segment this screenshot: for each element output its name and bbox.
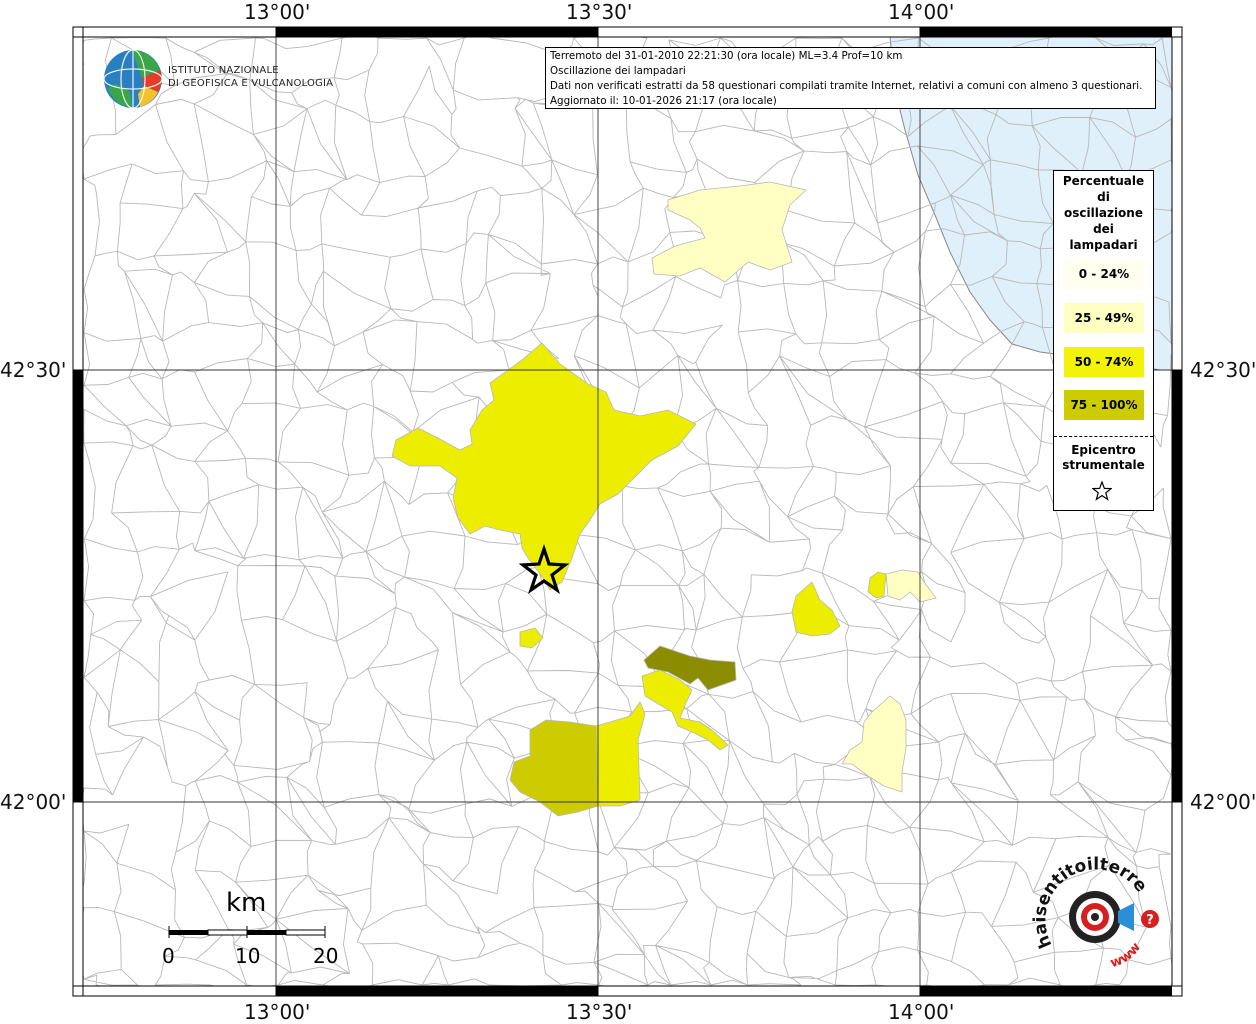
legend-title-line-3: oscillazione <box>1064 206 1143 220</box>
scale-bar-graphic <box>168 926 326 938</box>
legend-epicenter-line-2: strumentale <box>1062 458 1145 472</box>
right-tick-label-2: 42°00' <box>1190 790 1256 814</box>
event-updated-line: Aggiornato il: 10-01-2026 21:17 (ora loc… <box>550 95 777 107</box>
logo-line-2: DI GEOFISICA E VULCANOLOGIA <box>168 78 334 89</box>
legend-class-1: 25 - 49% <box>1064 303 1144 333</box>
left-tick-label-2: 42°00' <box>0 790 67 814</box>
event-notes-line: Dati non verificati estratti da 58 quest… <box>550 80 1143 92</box>
legend-box: Percentuale di oscillazione dei lampadar… <box>1053 170 1154 511</box>
scale-label-10: 10 <box>235 944 261 968</box>
legend-title: Percentuale di oscillazione dei lampadar… <box>1054 173 1153 253</box>
legend-class-0: 0 - 24% <box>1064 259 1144 289</box>
legend-separator <box>1054 436 1153 437</box>
legend-class-3: 75 - 100% <box>1064 390 1144 420</box>
badge-question-mark: ? <box>1146 913 1154 928</box>
star-outline-icon <box>1092 481 1112 501</box>
badge-bottom-text: www <box>1108 940 1144 971</box>
legend-title-line-2: di <box>1097 190 1110 204</box>
event-info-box: Terremoto del 31-01-2010 22:21:30 (ora l… <box>545 47 1156 109</box>
top-tick-label-2: 13°30' <box>566 0 633 24</box>
legend-epicenter-label: Epicentro strumentale <box>1054 443 1153 473</box>
left-tick-label-1: 42°30' <box>0 358 67 382</box>
legend-class-0-label: 0 - 24% <box>1078 267 1130 281</box>
top-tick-label-3: 14°00' <box>888 0 955 24</box>
bottom-tick-label-2: 13°30' <box>566 1000 633 1024</box>
scale-bar: km 0 10 20 <box>150 888 360 978</box>
top-tick-label-1: 13°00' <box>244 0 311 24</box>
ingv-logo-text: ISTITUTO NAZIONALE DI GEOFISICA E VULCAN… <box>168 64 333 90</box>
hai-sentito-badge: haisentitoilterremoto.it www ? <box>1030 855 1159 971</box>
logo-line-1: ISTITUTO NAZIONALE <box>168 65 279 76</box>
bottom-tick-label-3: 14°00' <box>888 1000 955 1024</box>
legend-title-line-5: lampadari <box>1069 238 1138 252</box>
legend-epicenter-line-1: Epicentro <box>1071 443 1136 457</box>
megaphone-target-icon <box>1069 891 1134 943</box>
right-tick-label-1: 42°30' <box>1190 358 1256 382</box>
scale-label-20: 20 <box>313 944 339 968</box>
event-title-line: Terremoto del 31-01-2010 22:21:30 (ora l… <box>550 50 903 62</box>
scale-unit: km <box>226 888 267 918</box>
scale-label-0: 0 <box>162 944 175 968</box>
legend-class-3-label: 75 - 100% <box>1070 398 1138 412</box>
legend-class-2-label: 50 - 74% <box>1074 355 1134 369</box>
ingv-globe-icon <box>103 49 163 109</box>
legend-class-2: 50 - 74% <box>1064 347 1144 377</box>
legend-title-line-1: Percentuale <box>1062 174 1145 188</box>
bottom-tick-label-1: 13°00' <box>244 1000 311 1024</box>
legend-class-1-label: 25 - 49% <box>1074 311 1134 325</box>
event-subtitle-line: Oscillazione dei lampadari <box>550 65 686 77</box>
legend-title-line-4: dei <box>1093 222 1114 236</box>
